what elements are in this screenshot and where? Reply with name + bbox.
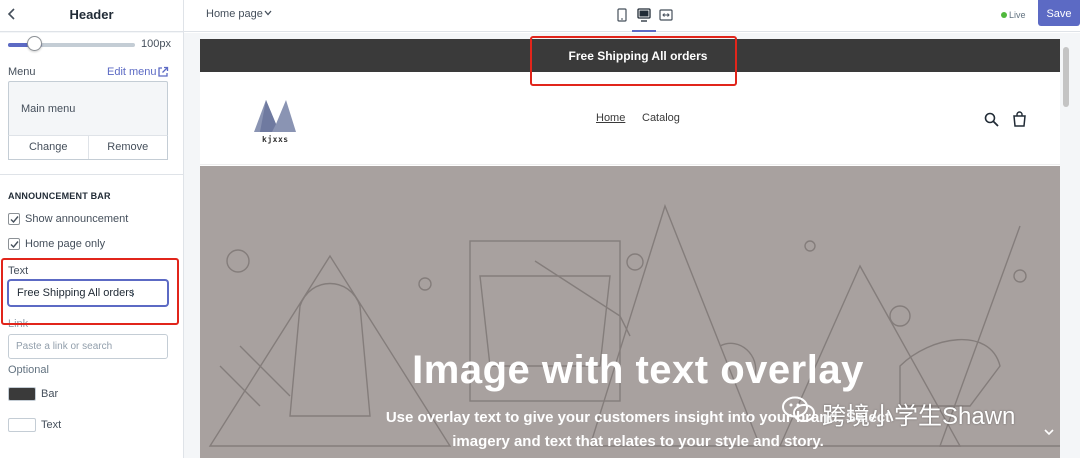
- preview-scrollbar[interactable]: [1061, 39, 1071, 458]
- remove-menu-button[interactable]: Remove: [87, 136, 168, 159]
- search-icon[interactable]: [984, 112, 999, 127]
- save-button[interactable]: Save: [1038, 0, 1080, 26]
- announcement-bar-text: Free Shipping All orders: [568, 49, 708, 63]
- text-cursor-icon: I: [131, 288, 135, 300]
- hero-title: Image with text overlay: [412, 348, 864, 392]
- announcement-text-input[interactable]: [8, 280, 168, 306]
- store-header: kjxxs Home Catalog: [200, 72, 1060, 165]
- sidebar-title: Header: [69, 7, 114, 22]
- device-toggle: [614, 0, 674, 32]
- desktop-icon[interactable]: [636, 7, 652, 23]
- nav-home[interactable]: Home: [596, 112, 625, 124]
- menu-actions: Change Remove: [8, 135, 168, 160]
- slider-thumb[interactable]: [27, 36, 42, 51]
- home-page-only-checkbox[interactable]: [8, 238, 20, 250]
- fullscreen-icon[interactable]: [658, 7, 674, 23]
- active-device-indicator: [632, 30, 656, 32]
- announcement-bar[interactable]: Free Shipping All orders: [200, 39, 1060, 72]
- live-status-dot: [1001, 12, 1007, 18]
- watermark-text: 跨境小学生Shawn: [822, 403, 1016, 430]
- text-color-swatch[interactable]: [8, 418, 36, 432]
- sidebar-body: 100px Menu Edit menu Main menu Change Re…: [0, 33, 183, 458]
- selected-menu-name: Main menu: [21, 103, 76, 115]
- external-link-icon[interactable]: [157, 66, 169, 78]
- editor-topbar: Home page Live Save: [184, 0, 1080, 32]
- text-color-label: Text: [41, 419, 62, 431]
- bar-color-swatch[interactable]: [8, 387, 36, 401]
- announcement-link-label: Link: [8, 318, 29, 330]
- store-logo-text: kjxxs: [262, 135, 289, 144]
- mobile-icon[interactable]: [614, 7, 630, 23]
- slider-value: 100px: [141, 38, 171, 50]
- theme-editor: Header 100px Menu Edit menu Main menu Ch…: [0, 0, 1080, 458]
- hero-subtitle-line-2: imagery and text that relates to your st…: [452, 433, 824, 450]
- wechat-icon: [782, 396, 815, 422]
- show-announcement-label: Show announcement: [25, 213, 129, 225]
- show-announcement-checkbox[interactable]: [8, 213, 20, 225]
- live-status: Live: [1009, 10, 1026, 20]
- watermark: 跨境小学生Shawn: [782, 394, 1052, 430]
- edit-menu-link[interactable]: Edit menu: [107, 66, 157, 78]
- settings-sidebar: Header 100px Menu Edit menu Main menu Ch…: [0, 0, 184, 458]
- announcement-text-label: Text: [8, 265, 29, 277]
- bar-color-label: Bar: [41, 388, 59, 400]
- store-logo-icon[interactable]: [252, 94, 298, 136]
- nav-catalog[interactable]: Catalog: [642, 112, 680, 124]
- cart-icon[interactable]: [1012, 111, 1027, 127]
- section-divider: [0, 174, 183, 175]
- sidebar-header: Header: [0, 0, 183, 32]
- preview-scroll-thumb[interactable]: [1063, 47, 1069, 107]
- optional-label: Optional: [8, 364, 49, 376]
- chevron-down-icon[interactable]: [264, 10, 272, 16]
- announcement-section-title: ANNOUNCEMENT BAR: [8, 191, 111, 201]
- home-page-only-label: Home page only: [25, 238, 106, 250]
- announcement-link-input[interactable]: [8, 334, 168, 359]
- change-menu-button[interactable]: Change: [9, 136, 88, 159]
- page-selector[interactable]: Home page: [206, 8, 263, 20]
- menu-label: Menu: [8, 66, 36, 78]
